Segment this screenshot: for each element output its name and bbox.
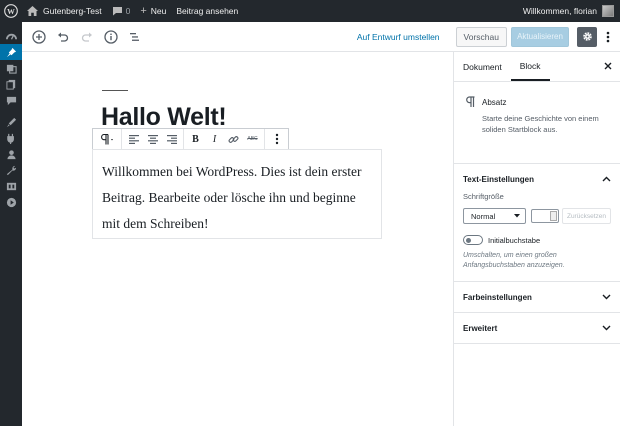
home-icon xyxy=(27,6,38,16)
redo-icon[interactable] xyxy=(76,26,98,48)
paragraph-block[interactable]: Willkommen bei WordPress. Dies ist dein … xyxy=(92,149,382,239)
drop-cap-label: Initialbuchstabe xyxy=(488,235,541,245)
align-left-icon[interactable] xyxy=(124,129,143,149)
plugins-icon[interactable] xyxy=(0,130,22,146)
editor-header: Auf Entwurf umstellen Vorschau Aktualisi… xyxy=(22,22,620,52)
block-switcher-group xyxy=(93,129,122,149)
bold-icon[interactable]: B xyxy=(186,129,205,149)
advanced-title: Erweitert xyxy=(463,323,498,333)
new-content-link[interactable]: + Neu xyxy=(135,0,171,22)
align-right-icon[interactable] xyxy=(162,129,181,149)
title-separator xyxy=(102,90,128,91)
chevron-up-icon xyxy=(602,176,611,182)
paragraph-text[interactable]: Willkommen bei WordPress. Dies ist dein … xyxy=(102,159,372,237)
dashboard-icon[interactable] xyxy=(0,28,22,44)
drop-cap-help: Umschalten, um einen großen Anfangsbuchs… xyxy=(463,252,565,269)
avatar xyxy=(602,5,614,17)
editor-canvas: Hallo Welt! B I ABC Willkommen bei WordP… xyxy=(22,52,453,426)
number-spinner-icon[interactable] xyxy=(549,211,557,221)
block-switcher-button[interactable] xyxy=(95,129,119,149)
add-block-icon[interactable] xyxy=(28,26,50,48)
gear-icon xyxy=(582,32,592,41)
chevron-down-icon xyxy=(514,214,521,218)
drop-cap-toggle[interactable] xyxy=(463,235,483,245)
comments-count: 0 xyxy=(125,6,131,16)
font-size-select[interactable]: Normal xyxy=(463,208,527,224)
drop-cap-row: Initialbuchstabe xyxy=(463,235,611,245)
preview-button[interactable]: Vorschau xyxy=(455,26,507,47)
comment-bubble-icon xyxy=(112,7,122,16)
admin-menu xyxy=(0,22,22,426)
font-size-number-input[interactable] xyxy=(531,209,559,223)
text-settings-title: Text-Einstellungen xyxy=(463,174,534,184)
block-card-title: Absatz xyxy=(482,98,507,107)
block-card-description: Starte deine Geschichte von einem solide… xyxy=(482,114,599,134)
alignment-group xyxy=(122,129,184,149)
text-settings-body: Schriftgröße Normal Zurücksetzen Initial… xyxy=(454,192,620,281)
switch-to-draft-button[interactable]: Auf Entwurf umstellen xyxy=(357,32,440,42)
undo-icon[interactable] xyxy=(52,26,74,48)
view-post-link[interactable]: Beitrag ansehen xyxy=(171,0,243,22)
chevron-down-icon xyxy=(602,294,611,300)
text-settings-panel: Text-Einstellungen Schriftgröße Normal Z… xyxy=(454,164,620,282)
new-label: Neu xyxy=(150,6,167,16)
tab-block[interactable]: Block xyxy=(510,52,550,81)
link-icon[interactable] xyxy=(224,129,243,149)
tools-icon[interactable] xyxy=(0,162,22,178)
format-group: B I ABC xyxy=(184,129,265,149)
color-settings-title: Farbeinstellungen xyxy=(463,292,532,302)
color-settings-panel: Farbeinstellungen xyxy=(454,282,620,313)
comments-icon[interactable] xyxy=(0,92,22,108)
update-button[interactable]: Aktualisieren xyxy=(511,26,569,47)
color-settings-toggle[interactable]: Farbeinstellungen xyxy=(454,282,620,312)
advanced-toggle[interactable]: Erweitert xyxy=(454,313,620,343)
font-size-label: Schriftgröße xyxy=(463,192,504,201)
font-size-value: Normal xyxy=(471,211,496,221)
block-card: Absatz Starte deine Geschichte von einem… xyxy=(454,82,620,164)
toggle-knob xyxy=(466,237,471,243)
pages-icon[interactable] xyxy=(0,76,22,92)
settings-toggle-button[interactable] xyxy=(577,26,597,47)
more-options-group xyxy=(265,129,288,149)
plus-icon: + xyxy=(140,5,147,17)
users-icon[interactable] xyxy=(0,146,22,162)
chevron-down-icon xyxy=(602,325,611,331)
appearance-icon[interactable] xyxy=(0,114,22,130)
admin-bar: W Gutenberg-Test 0 + Neu Beitrag ansehen… xyxy=(0,0,620,22)
comments-link[interactable]: 0 xyxy=(107,0,136,22)
site-name-link[interactable]: Gutenberg-Test xyxy=(22,0,107,22)
greeting: Willkommen, florian xyxy=(522,6,597,16)
block-navigation-icon[interactable] xyxy=(124,26,146,48)
settings-sidebar: Dokument Block Absatz Starte deine Gesch… xyxy=(453,52,620,426)
more-vertical-icon xyxy=(606,31,610,42)
font-size-reset-button[interactable]: Zurücksetzen xyxy=(561,208,611,224)
tab-document[interactable]: Dokument xyxy=(454,52,511,81)
text-settings-toggle[interactable]: Text-Einstellungen xyxy=(454,164,620,194)
block-toolbar: B I ABC xyxy=(92,128,289,150)
italic-icon[interactable]: I xyxy=(205,129,224,149)
settings-icon[interactable] xyxy=(0,178,22,194)
posts-icon[interactable] xyxy=(0,44,22,60)
wordpress-logo-icon[interactable]: W xyxy=(0,0,22,22)
close-icon[interactable] xyxy=(603,61,613,71)
font-size-row: Normal Zurücksetzen xyxy=(463,208,611,224)
view-post-label: Beitrag ansehen xyxy=(176,6,239,16)
advanced-panel: Erweitert xyxy=(454,313,620,344)
header-actions: Auf Entwurf umstellen Vorschau Aktualisi… xyxy=(357,26,620,47)
info-icon[interactable] xyxy=(100,26,122,48)
paragraph-icon xyxy=(466,96,476,151)
more-menu-button[interactable] xyxy=(601,27,615,47)
block-more-options-icon[interactable] xyxy=(267,129,286,149)
account-menu[interactable]: Willkommen, florian xyxy=(518,0,620,22)
site-name: Gutenberg-Test xyxy=(43,6,102,16)
collapse-icon[interactable] xyxy=(0,194,22,210)
svg-text:W: W xyxy=(7,7,15,16)
strikethrough-icon[interactable]: ABC xyxy=(243,129,262,149)
align-center-icon[interactable] xyxy=(143,129,162,149)
media-icon[interactable] xyxy=(0,60,22,76)
sidebar-tabs: Dokument Block xyxy=(454,52,620,82)
